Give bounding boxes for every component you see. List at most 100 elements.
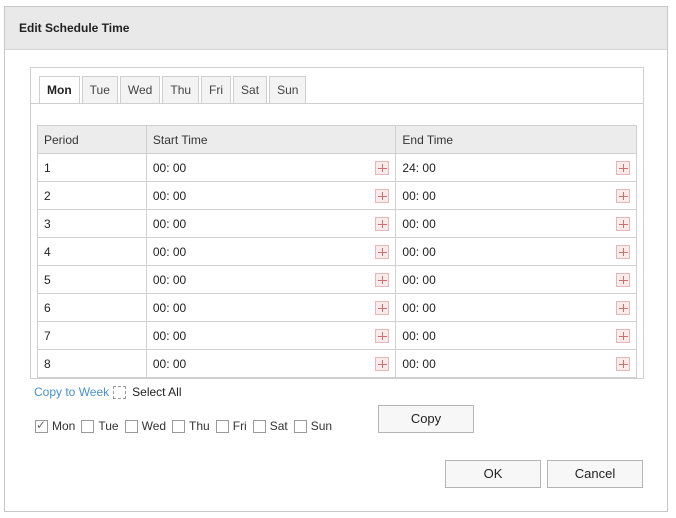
copy-day-sat[interactable]: Sat [252,419,288,433]
clock-picker-icon[interactable] [616,356,630,371]
copy-to-week-link[interactable]: Copy to Week [34,385,109,399]
end-time-value[interactable]: 00: 00 [402,301,435,315]
tab-sat[interactable]: Sat [233,76,268,104]
copy-button-label: Copy [410,411,442,426]
copy-day-checkbox[interactable] [215,419,229,433]
clock-picker-icon[interactable] [375,300,390,315]
clock-picker-icon[interactable] [616,328,630,343]
copy-day-tue[interactable]: Tue [81,419,119,433]
table-row: 2 00: 00 00: 00 [37,181,637,210]
copy-day-mon[interactable]: Mon [35,418,76,433]
cancel-button-label: Cancel [574,466,616,481]
copy-day-label: Mon [52,419,76,433]
copy-day-wed[interactable]: Wed [124,419,166,433]
end-time-value[interactable]: 00: 00 [402,329,435,343]
clock-picker-icon[interactable] [616,160,630,175]
dialog-title-bar: Edit Schedule Time [5,7,667,50]
start-time-cell[interactable]: 00: 00 [145,153,397,182]
cancel-button[interactable]: Cancel [547,460,643,488]
edit-schedule-dialog: Edit Schedule Time Mon Tue Wed Thu Fri S… [4,6,668,512]
clock-picker-icon[interactable] [616,244,630,259]
clock-picker-icon[interactable] [616,188,630,203]
select-all-label: Select All [132,385,182,399]
start-time-value[interactable]: 00: 00 [153,217,186,231]
start-time-value[interactable]: 00: 00 [153,329,186,343]
end-time-cell[interactable]: 24: 00 [395,153,637,182]
copy-day-thu[interactable]: Thu [172,419,210,433]
copy-button[interactable]: Copy [378,405,474,433]
start-time-cell[interactable]: 00: 00 [145,349,397,378]
clock-picker-icon[interactable] [375,272,390,287]
schedule-panel: Mon Tue Wed Thu Fri Sat Sun Period Start… [30,67,644,379]
end-time-value[interactable]: 00: 00 [402,245,435,259]
table-row: 5 00: 00 00: 00 [37,265,637,294]
period-cell: 2 [37,181,147,210]
clock-picker-icon[interactable] [616,272,630,287]
header-period: Period [37,125,147,154]
copy-day-checkbox[interactable] [293,419,307,433]
clock-picker-icon[interactable] [375,188,390,203]
clock-picker-icon[interactable] [616,300,630,315]
start-time-cell[interactable]: 00: 00 [145,237,397,266]
copy-day-label: Sat [269,419,288,433]
end-time-value[interactable]: 00: 00 [402,189,435,203]
clock-picker-icon[interactable] [616,216,630,231]
start-time-cell[interactable]: 00: 00 [145,209,397,238]
period-cell: 6 [37,293,147,322]
day-tabs: Mon Tue Wed Thu Fri Sat Sun [39,76,308,104]
copy-day-checkbox[interactable] [252,419,266,433]
clock-picker-icon[interactable] [375,328,390,343]
end-time-cell[interactable]: 00: 00 [395,181,637,210]
ok-button[interactable]: OK [445,460,541,488]
clock-picker-icon[interactable] [375,160,390,175]
start-time-cell[interactable]: 00: 00 [145,265,397,294]
tab-fri[interactable]: Fri [201,76,232,104]
copy-day-sun[interactable]: Sun [293,419,333,433]
start-time-cell[interactable]: 00: 00 [145,181,397,210]
copy-days-row: Mon Tue Wed Thu Fri Sat Sun [35,418,338,433]
select-all-checkbox[interactable] [113,385,127,399]
start-time-cell[interactable]: 00: 00 [145,321,397,350]
tab-thu[interactable]: Thu [162,76,200,104]
copy-day-checkbox[interactable] [172,419,186,433]
start-time-value[interactable]: 00: 00 [153,357,186,371]
period-number: 3 [44,216,51,231]
copy-day-fri[interactable]: Fri [215,419,247,433]
period-cell: 5 [37,265,147,294]
end-time-cell[interactable]: 00: 00 [395,237,637,266]
tab-wed[interactable]: Wed [119,76,161,104]
clock-picker-icon[interactable] [375,244,390,259]
start-time-value[interactable]: 00: 00 [153,245,186,259]
start-time-value[interactable]: 00: 00 [153,161,186,175]
end-time-value[interactable]: 00: 00 [402,273,435,287]
period-number: 2 [44,188,51,203]
end-time-cell[interactable]: 00: 00 [395,209,637,238]
copy-day-checkbox[interactable] [81,419,95,433]
end-time-cell[interactable]: 00: 00 [395,293,637,322]
clock-picker-icon[interactable] [375,216,390,231]
end-time-value[interactable]: 00: 00 [402,217,435,231]
clock-picker-icon[interactable] [375,356,390,371]
copy-day-checkbox[interactable] [124,419,138,433]
ok-button-label: OK [483,466,503,481]
copy-day-checkbox[interactable] [35,418,48,433]
table-row: 3 00: 00 00: 00 [37,209,637,238]
period-number: 7 [44,328,51,343]
period-number: 8 [44,356,51,371]
tab-tue[interactable]: Tue [81,76,118,104]
start-time-value[interactable]: 00: 00 [153,301,186,315]
start-time-cell[interactable]: 00: 00 [145,293,397,322]
tab-mon[interactable]: Mon [39,76,80,104]
table-header-row: Period Start Time End Time [37,125,637,154]
schedule-table: Period Start Time End Time 1 00: 00 24: 00… [37,125,637,378]
start-time-value[interactable]: 00: 00 [153,273,186,287]
end-time-value[interactable]: 00: 00 [402,357,435,371]
copy-day-label: Sun [310,419,333,433]
start-time-value[interactable]: 00: 00 [153,189,186,203]
end-time-cell[interactable]: 00: 00 [395,321,637,350]
end-time-value[interactable]: 24: 00 [402,161,435,175]
end-time-cell[interactable]: 00: 00 [395,349,637,378]
end-time-cell[interactable]: 00: 00 [395,265,637,294]
period-cell: 3 [37,209,147,238]
tab-sun[interactable]: Sun [269,76,307,104]
